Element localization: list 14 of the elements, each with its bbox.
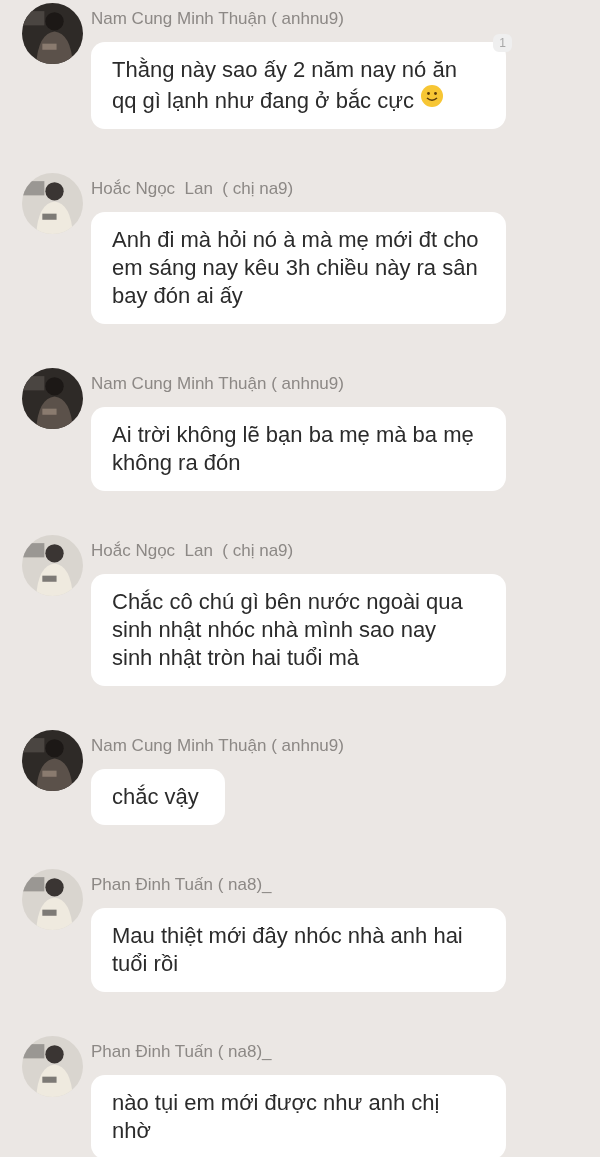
message-bubble: Chắc cô chú gì bên nước ngoài qua sinh nhật nhóc nhà mình sao nay sinh nhật tròn hai tuổi mà [91, 574, 506, 686]
sender-name: Nam Cung Minh Thuận ( anhnu9) [91, 735, 344, 757]
count-badge: 1 [493, 34, 512, 52]
sender-name: Nam Cung Minh Thuận ( anhnu9) [91, 8, 344, 30]
sender-name: Hoắc Ngọc Lan ( chị na9) [91, 540, 294, 562]
sender-name: Hoắc Ngọc Lan ( chị na9) [91, 178, 294, 200]
sender-name: Phan Đinh Tuấn ( na8)_ [91, 1041, 272, 1063]
sender-name: Nam Cung Minh Thuận ( anhnu9) [91, 373, 344, 395]
message-bubble: chắc vậy [91, 769, 225, 825]
message-bubble: Ai trời không lẽ bạn ba mẹ mà ba mẹ không ra đón [91, 407, 506, 491]
sender-name: Phan Đinh Tuấn ( na8)_ [91, 874, 272, 896]
message-bubble: Mau thiệt mới đây nhóc nhà anh hai tuổi rồi [91, 908, 506, 992]
message-bubble: nào tụi em mới được như anh chị nhờ [91, 1075, 506, 1157]
message-bubble: Anh đi mà hỏi nó à mà mẹ mới đt cho em sáng nay kêu 3h chiều này ra sân bay đón ai ấy [91, 212, 506, 324]
